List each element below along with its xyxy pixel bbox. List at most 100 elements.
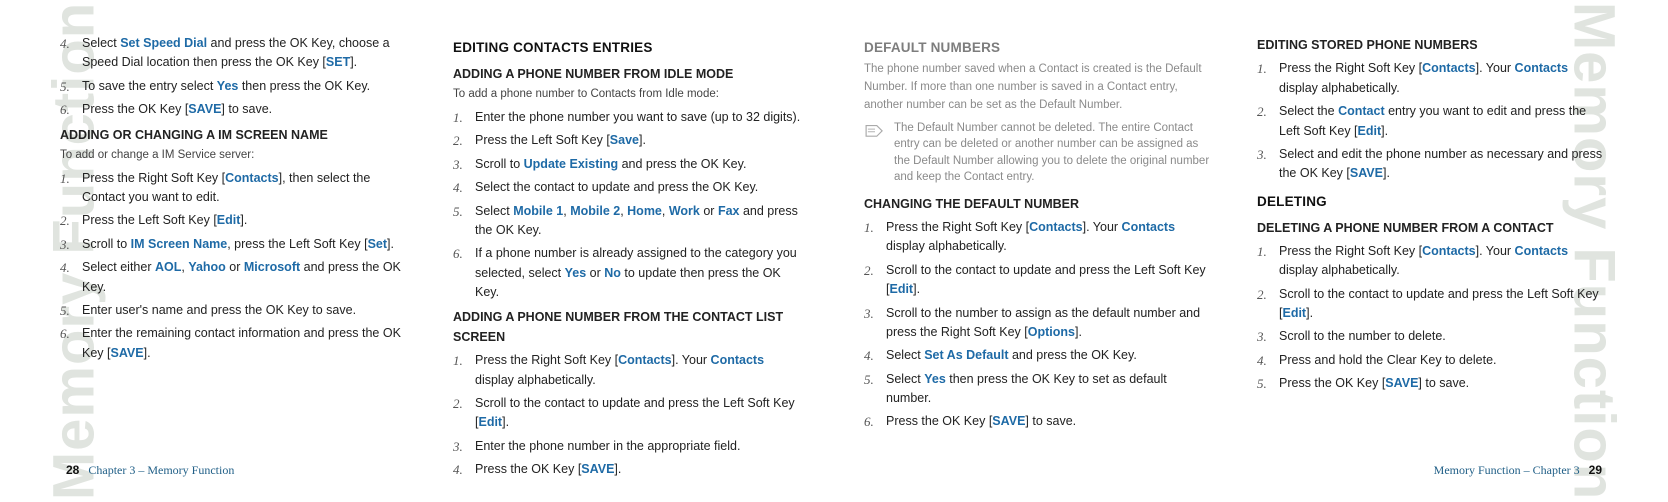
highlight-term: Contacts [711,353,764,367]
highlight-term: Edit [478,415,502,429]
list-delete-phone: Press the Right Soft Key [Contacts]. You… [1257,242,1608,394]
step-item: Scroll to the contact to update and pres… [864,261,1215,300]
page-right: DEFAULT NUMBERS The phone number saved w… [834,0,1668,502]
highlight-term: AOL [155,260,181,274]
step-item: Press the Right Soft Key [Contacts]. You… [453,351,804,390]
step-item: Scroll to the contact to update and pres… [453,394,804,433]
highlight-term: SAVE [581,462,614,476]
right-col-1: DEFAULT NUMBERS The phone number saved w… [864,30,1215,450]
step-item: Press the Left Soft Key [Edit]. [60,211,411,230]
note-text: The Default Number cannot be deleted. Th… [894,120,1215,184]
highlight-term: Edit [889,282,913,296]
list-edit-stored: Press the Right Soft Key [Contacts]. You… [1257,59,1608,183]
highlight-term: Contacts [1515,244,1568,258]
highlight-term: Mobile 1 [513,204,563,218]
heading-editing-contacts: EDITING CONTACTS ENTRIES [453,38,804,59]
heading-add-idle: ADDING A PHONE NUMBER FROM IDLE MODE [453,65,804,84]
highlight-term: Contacts [1422,244,1475,258]
step-item: Press the OK Key [SAVE] to save. [60,100,411,119]
highlight-term: Edit [1282,306,1306,320]
highlight-term: Save [610,133,639,147]
step-item: Press and hold the Clear Key to delete. [1257,351,1608,370]
highlight-term: Microsoft [244,260,300,274]
highlight-term: Yes [924,372,946,386]
step-item: Select Mobile 1, Mobile 2, Home, Work or… [453,202,804,241]
highlight-term: SET [326,55,350,69]
heading-im-screen: ADDING OR CHANGING A IM SCREEN NAME [60,126,411,145]
step-item: Press the Right Soft Key [Contacts], the… [60,169,411,208]
highlight-term: Edit [217,213,241,227]
highlight-term: SAVE [1350,166,1383,180]
step-item: Press the Right Soft Key [Contacts]. You… [864,218,1215,257]
highlight-term: Mobile 2 [570,204,620,218]
step-item: Enter the phone number in the appropriat… [453,437,804,456]
page-number-left: 28 [66,463,79,477]
step-item: Select and edit the phone number as nece… [1257,145,1608,184]
page-number-right: 29 [1589,463,1602,477]
highlight-term: Yes [217,79,239,93]
step-item: Select the contact to update and press t… [453,178,804,197]
highlight-term: Home [627,204,662,218]
intro-im-screen: To add or change a IM Service server: [60,147,411,165]
footer-left: 28 Chapter 3 – Memory Function [60,463,234,478]
highlight-term: Fax [718,204,740,218]
highlight-term: Contact [1338,104,1385,118]
highlight-term: Yes [565,266,587,280]
step-item: Press the OK Key [SAVE] to save. [864,412,1215,431]
footer-right: Memory Function – Chapter 3 29 [1434,463,1608,478]
highlight-term: Work [669,204,700,218]
step-item: Press the OK Key [SAVE]. [453,460,804,479]
heading-add-contactlist: ADDING A PHONE NUMBER FROM THE CONTACT L… [453,308,804,347]
left-col-1: Select Set Speed Dial and press the OK K… [60,30,411,450]
highlight-term: IM Screen Name [131,237,228,251]
step-item: Scroll to the contact to update and pres… [1257,285,1608,324]
step-item: If a phone number is already assigned to… [453,244,804,302]
step-item: Scroll to the number to assign as the de… [864,304,1215,343]
step-item: Press the OK Key [SAVE] to save. [1257,374,1608,393]
step-item: Enter the remaining contact information … [60,324,411,363]
step-item: Press the Right Soft Key [Contacts]. You… [1257,59,1608,98]
list-add-idle: Enter the phone number you want to save … [453,108,804,302]
step-item: Select either AOL, Yahoo or Microsoft an… [60,258,411,297]
highlight-term: Contacts [618,353,671,367]
list-speed-dial-cont: Select Set Speed Dial and press the OK K… [60,34,411,120]
highlight-term: Contacts [1122,220,1175,234]
heading-delete-phone: DELETING A PHONE NUMBER FROM A CONTACT [1257,219,1608,238]
highlight-term: Set [368,237,387,251]
highlight-term: Set As Default [924,348,1008,362]
highlight-term: Contacts [1029,220,1082,234]
highlight-term: SAVE [188,102,221,116]
heading-change-default: CHANGING THE DEFAULT NUMBER [864,195,1215,214]
footer-left-label: Chapter 3 – Memory Function [88,463,234,477]
footer-right-label: Memory Function – Chapter 3 [1434,463,1580,477]
heading-deleting: DELETING [1257,192,1608,213]
list-add-contactlist: Press the Right Soft Key [Contacts]. You… [453,351,804,479]
note-icon [864,122,886,138]
highlight-term: Set Speed Dial [120,36,207,50]
right-col-2: EDITING STORED PHONE NUMBERS Press the R… [1257,30,1608,450]
highlight-term: No [604,266,621,280]
step-item: Press the Right Soft Key [Contacts]. You… [1257,242,1608,281]
list-im-screen: Press the Right Soft Key [Contacts], the… [60,169,411,363]
step-item: Enter user's name and press the OK Key t… [60,301,411,320]
step-item: Select Set As Default and press the OK K… [864,346,1215,365]
page-left: Select Set Speed Dial and press the OK K… [0,0,834,502]
step-item: Scroll to Update Existing and press the … [453,155,804,174]
step-item: Scroll to IM Screen Name, press the Left… [60,235,411,254]
list-change-default: Press the Right Soft Key [Contacts]. You… [864,218,1215,432]
left-col-2: EDITING CONTACTS ENTRIES ADDING A PHONE … [453,30,804,450]
step-item: Select Set Speed Dial and press the OK K… [60,34,411,73]
highlight-term: SAVE [992,414,1025,428]
intro-default-numbers: The phone number saved when a Contact is… [864,61,1215,114]
highlight-term: Yahoo [188,260,226,274]
highlight-term: Options [1028,325,1075,339]
step-item: Press the Left Soft Key [Save]. [453,131,804,150]
heading-default-numbers: DEFAULT NUMBERS [864,38,1215,59]
highlight-term: Contacts [1422,61,1475,75]
highlight-term: Contacts [1515,61,1568,75]
step-item: To save the entry select Yes then press … [60,77,411,96]
step-item: Select Yes then press the OK Key to set … [864,370,1215,409]
highlight-term: Contacts [225,171,278,185]
highlight-term: Update Existing [524,157,618,171]
page-spread: Select Set Speed Dial and press the OK K… [0,0,1668,502]
